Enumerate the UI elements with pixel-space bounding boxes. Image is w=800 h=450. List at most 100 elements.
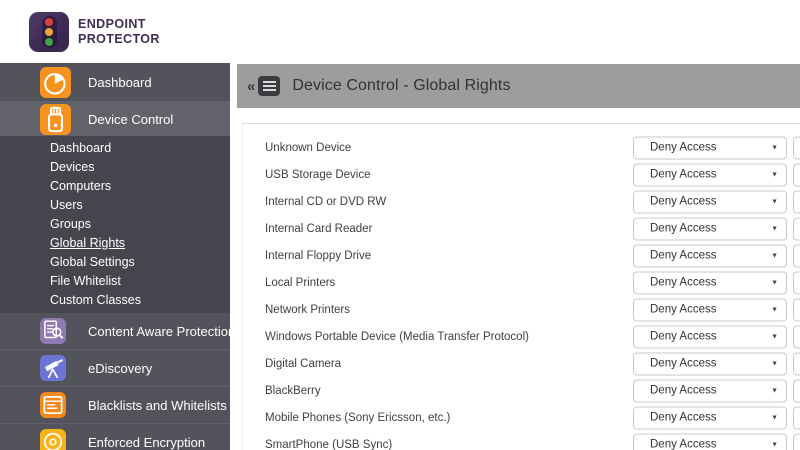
- traffic-light-pill: [42, 16, 57, 48]
- access-select-clipped[interactable]: [793, 433, 800, 450]
- device-name-label: Unknown Device: [265, 142, 351, 154]
- sidebar-item-content-aware-protection[interactable]: Content Aware Protection: [0, 313, 230, 350]
- sidebar-item-label: Dashboard: [88, 75, 152, 90]
- device-row: Mobile Phones (Sony Ericsson, etc.)Deny …: [243, 404, 800, 431]
- device-row: Network Printers Deny Access ▼: [243, 296, 800, 323]
- chevron-down-icon: ▼: [771, 225, 778, 232]
- access-select[interactable]: Deny Access ▼: [633, 379, 787, 402]
- device-row: BlackBerry Deny Access ▼: [243, 377, 800, 404]
- access-select[interactable]: Deny Access▼: [633, 406, 787, 429]
- device-row: Internal Floppy Drive Deny Access ▼: [243, 242, 800, 269]
- brand-line1: ENDPOINT: [78, 17, 160, 32]
- submenu-item-computers[interactable]: Computers: [0, 177, 230, 196]
- submenu-item-users[interactable]: Users: [0, 196, 230, 215]
- device-name-label: Internal Floppy Drive: [265, 250, 371, 262]
- access-select-clipped[interactable]: [793, 190, 800, 213]
- list-window-icon: [40, 392, 88, 418]
- chevron-down-icon: ▼: [771, 441, 778, 448]
- access-select-value: Deny Access: [650, 385, 716, 397]
- telescope-icon: [40, 355, 88, 381]
- sidebar-item-device-control[interactable]: Device Control: [0, 102, 230, 136]
- access-select-clipped[interactable]: [793, 163, 800, 186]
- access-select-clipped[interactable]: [793, 379, 800, 402]
- brand-wordmark: ENDPOINT PROTECTOR: [78, 17, 160, 47]
- page-title: Device Control - Global Rights: [292, 77, 510, 95]
- access-select[interactable]: Deny Access ▼: [633, 136, 787, 159]
- endpoint-protector-app: ENDPOINT PROTECTOR Dashboard Device Contr…: [0, 0, 800, 450]
- chevron-down-icon: ▼: [771, 144, 778, 151]
- device-control-submenu: DashboardDevicesComputersUsersGroupsGlob…: [0, 136, 230, 313]
- global-rights-panel: Unknown DeviceDeny Access▼USB Storage De…: [242, 123, 800, 450]
- device-row: SmartPhone (USB Sync)Deny Access▼: [243, 431, 800, 450]
- logo[interactable]: ENDPOINT PROTECTOR: [0, 0, 230, 63]
- chevron-down-icon: ▼: [771, 198, 778, 205]
- sidebar-item-label: Blacklists and Whitelists: [88, 398, 227, 413]
- device-row: Local Printers Deny Access▼: [243, 269, 800, 296]
- traffic-light-logo-icon: [29, 12, 69, 52]
- chevron-down-icon: ▼: [771, 387, 778, 394]
- sidebar-item-label: eDiscovery: [88, 361, 152, 376]
- device-name-label: Digital Camera: [265, 358, 341, 370]
- access-select-value: Deny Access: [650, 304, 716, 316]
- red-light-dot: [45, 18, 53, 26]
- access-select-clipped[interactable]: [793, 244, 800, 267]
- device-name-label: Network Printers: [265, 304, 350, 316]
- device-row: Unknown Device Deny Access ▼: [243, 134, 800, 161]
- access-select-value: Deny Access: [650, 358, 716, 370]
- access-select-value: Deny Access: [650, 277, 716, 289]
- collapse-sidebar-button[interactable]: «: [247, 78, 255, 95]
- sidebar-item-label: Content Aware Protection: [88, 324, 235, 339]
- access-select[interactable]: Deny Access▼: [633, 325, 787, 348]
- device-row: USB Storage DeviceDeny Access▼: [243, 161, 800, 188]
- access-select[interactable]: Deny Access ▼: [633, 190, 787, 213]
- device-name-label: Internal Card Reader: [265, 223, 372, 235]
- menu-list-icon: [258, 76, 280, 96]
- sidebar-item-label: Enforced Encryption: [88, 435, 205, 450]
- access-select-clipped[interactable]: [793, 298, 800, 321]
- access-select-value: Deny Access: [650, 142, 716, 154]
- access-select-clipped[interactable]: [793, 352, 800, 375]
- access-select[interactable]: Deny Access▼: [633, 217, 787, 240]
- submenu-item-devices[interactable]: Devices: [0, 158, 230, 177]
- chevron-down-icon: ▼: [771, 252, 778, 259]
- access-select-value: Deny Access: [650, 250, 716, 262]
- sidebar-item-ediscovery[interactable]: eDiscovery: [0, 350, 230, 387]
- chevron-down-icon: ▼: [771, 360, 778, 367]
- device-name-label: Internal CD or DVD RW: [265, 196, 386, 208]
- access-select-clipped[interactable]: [793, 136, 800, 159]
- submenu-item-dashboard[interactable]: Dashboard: [0, 139, 230, 158]
- access-select[interactable]: Deny Access▼: [633, 271, 787, 294]
- usb-device-icon: [40, 104, 88, 135]
- submenu-item-groups[interactable]: Groups: [0, 215, 230, 234]
- access-select[interactable]: Deny Access▼: [633, 433, 787, 450]
- device-name-label: Local Printers: [265, 277, 335, 289]
- submenu-item-global-settings[interactable]: Global Settings: [0, 253, 230, 272]
- submenu-item-global-rights[interactable]: Global Rights: [0, 234, 230, 253]
- access-select[interactable]: Deny Access▼: [633, 163, 787, 186]
- chevron-down-icon: ▼: [771, 333, 778, 340]
- device-name-label: BlackBerry: [265, 385, 321, 397]
- page-header: « Device Control - Global Rights: [237, 64, 800, 108]
- device-name-label: Windows Portable Device (Media Transfer …: [265, 331, 529, 343]
- access-select[interactable]: Deny Access ▼: [633, 352, 787, 375]
- encrypted-disc-icon: [40, 429, 88, 450]
- access-select-value: Deny Access: [650, 196, 716, 208]
- submenu-item-custom-classes[interactable]: Custom Classes: [0, 291, 230, 310]
- access-select-clipped[interactable]: [793, 325, 800, 348]
- chevron-down-icon: ▼: [771, 306, 778, 313]
- access-select-clipped[interactable]: [793, 217, 800, 240]
- access-select-clipped[interactable]: [793, 406, 800, 429]
- sidebar: DashboardDevice ControlDashboardDevicesC…: [0, 63, 230, 450]
- sidebar-item-dashboard[interactable]: Dashboard: [0, 63, 230, 102]
- access-select-clipped[interactable]: [793, 271, 800, 294]
- device-row: Internal Card Reader Deny Access▼: [243, 215, 800, 242]
- access-select[interactable]: Deny Access ▼: [633, 244, 787, 267]
- device-row: Windows Portable Device (Media Transfer …: [243, 323, 800, 350]
- access-select[interactable]: Deny Access ▼: [633, 298, 787, 321]
- document-scan-icon: [40, 318, 88, 344]
- brand-line2: PROTECTOR: [78, 32, 160, 47]
- sidebar-item-blacklists-and-whitelists[interactable]: Blacklists and Whitelists: [0, 387, 230, 424]
- submenu-item-file-whitelist[interactable]: File Whitelist: [0, 272, 230, 291]
- sidebar-item-enforced-encryption[interactable]: Enforced Encryption: [0, 424, 230, 450]
- dashboard-icon: [40, 67, 88, 98]
